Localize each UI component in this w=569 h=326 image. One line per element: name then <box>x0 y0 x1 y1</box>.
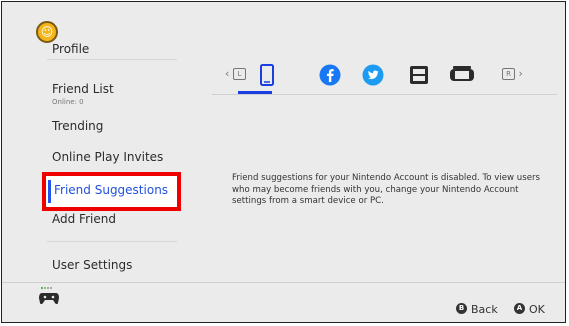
sidebar-item-profile[interactable]: Profile <box>52 42 89 56</box>
tab-nintendo-3ds[interactable] <box>406 64 432 86</box>
controller-indicator <box>39 287 59 309</box>
wii-u-icon <box>450 66 474 81</box>
app-window: ☺ Profile Friend List Online: 0 Trending… <box>1 1 566 323</box>
ok-label: OK <box>529 303 545 316</box>
sidebar-item-trending[interactable]: Trending <box>52 119 103 133</box>
sidebar-item-user-settings[interactable]: User Settings <box>52 258 132 272</box>
tab-next-hint[interactable]: R › <box>502 67 523 80</box>
sidebar-item-friend-list[interactable]: Friend List <box>52 82 114 96</box>
tab-prev-hint[interactable]: ‹ L <box>225 67 246 80</box>
tab-bar-divider <box>212 94 557 95</box>
l-button-icon: L <box>232 68 246 80</box>
smartphone-icon <box>260 64 274 86</box>
tab-facebook[interactable] <box>317 64 343 86</box>
sidebar-item-label: Profile <box>52 42 90 56</box>
player-lights <box>41 287 59 289</box>
ok-button[interactable]: A OK <box>514 298 545 317</box>
tab-selected-indicator <box>238 91 272 94</box>
selection-indicator <box>48 180 51 203</box>
sidebar-item-label: User Settings <box>52 258 133 272</box>
sidebar-item-label: Online Play Invites <box>52 150 164 164</box>
tab-twitter[interactable] <box>360 64 386 86</box>
sidebar-item-label: Add Friend <box>52 212 116 226</box>
tab-smartphone[interactable] <box>254 64 280 86</box>
sidebar: Profile Friend List Online: 0 Trending O… <box>2 2 182 282</box>
divider <box>47 59 177 60</box>
sidebar-item-add-friend[interactable]: Add Friend <box>52 212 116 226</box>
divider <box>47 241 177 242</box>
nintendo-3ds-icon <box>410 66 428 84</box>
online-count: Online: 0 <box>52 98 84 106</box>
sidebar-item-label: Friend List <box>52 82 114 96</box>
sidebar-item-label: Friend Suggestions <box>54 183 169 197</box>
friend-suggestions-disabled-message: Friend suggestions for your Nintendo Acc… <box>232 173 541 206</box>
tab-wii-u[interactable] <box>449 64 475 86</box>
sidebar-item-friend-suggestions[interactable]: Friend Suggestions <box>42 172 181 211</box>
b-button-icon: B <box>456 303 467 314</box>
r-button-icon: R <box>502 68 515 80</box>
sidebar-item-label: Trending <box>52 119 104 133</box>
facebook-icon <box>319 64 341 86</box>
controller-icon <box>39 293 59 305</box>
back-label: Back <box>471 303 498 316</box>
sidebar-item-online-play-invites[interactable]: Online Play Invites <box>52 150 163 164</box>
twitter-icon <box>362 64 384 86</box>
footer-bar: B Back A OK <box>2 282 565 322</box>
back-button[interactable]: B Back <box>456 298 498 317</box>
a-button-icon: A <box>514 303 525 314</box>
